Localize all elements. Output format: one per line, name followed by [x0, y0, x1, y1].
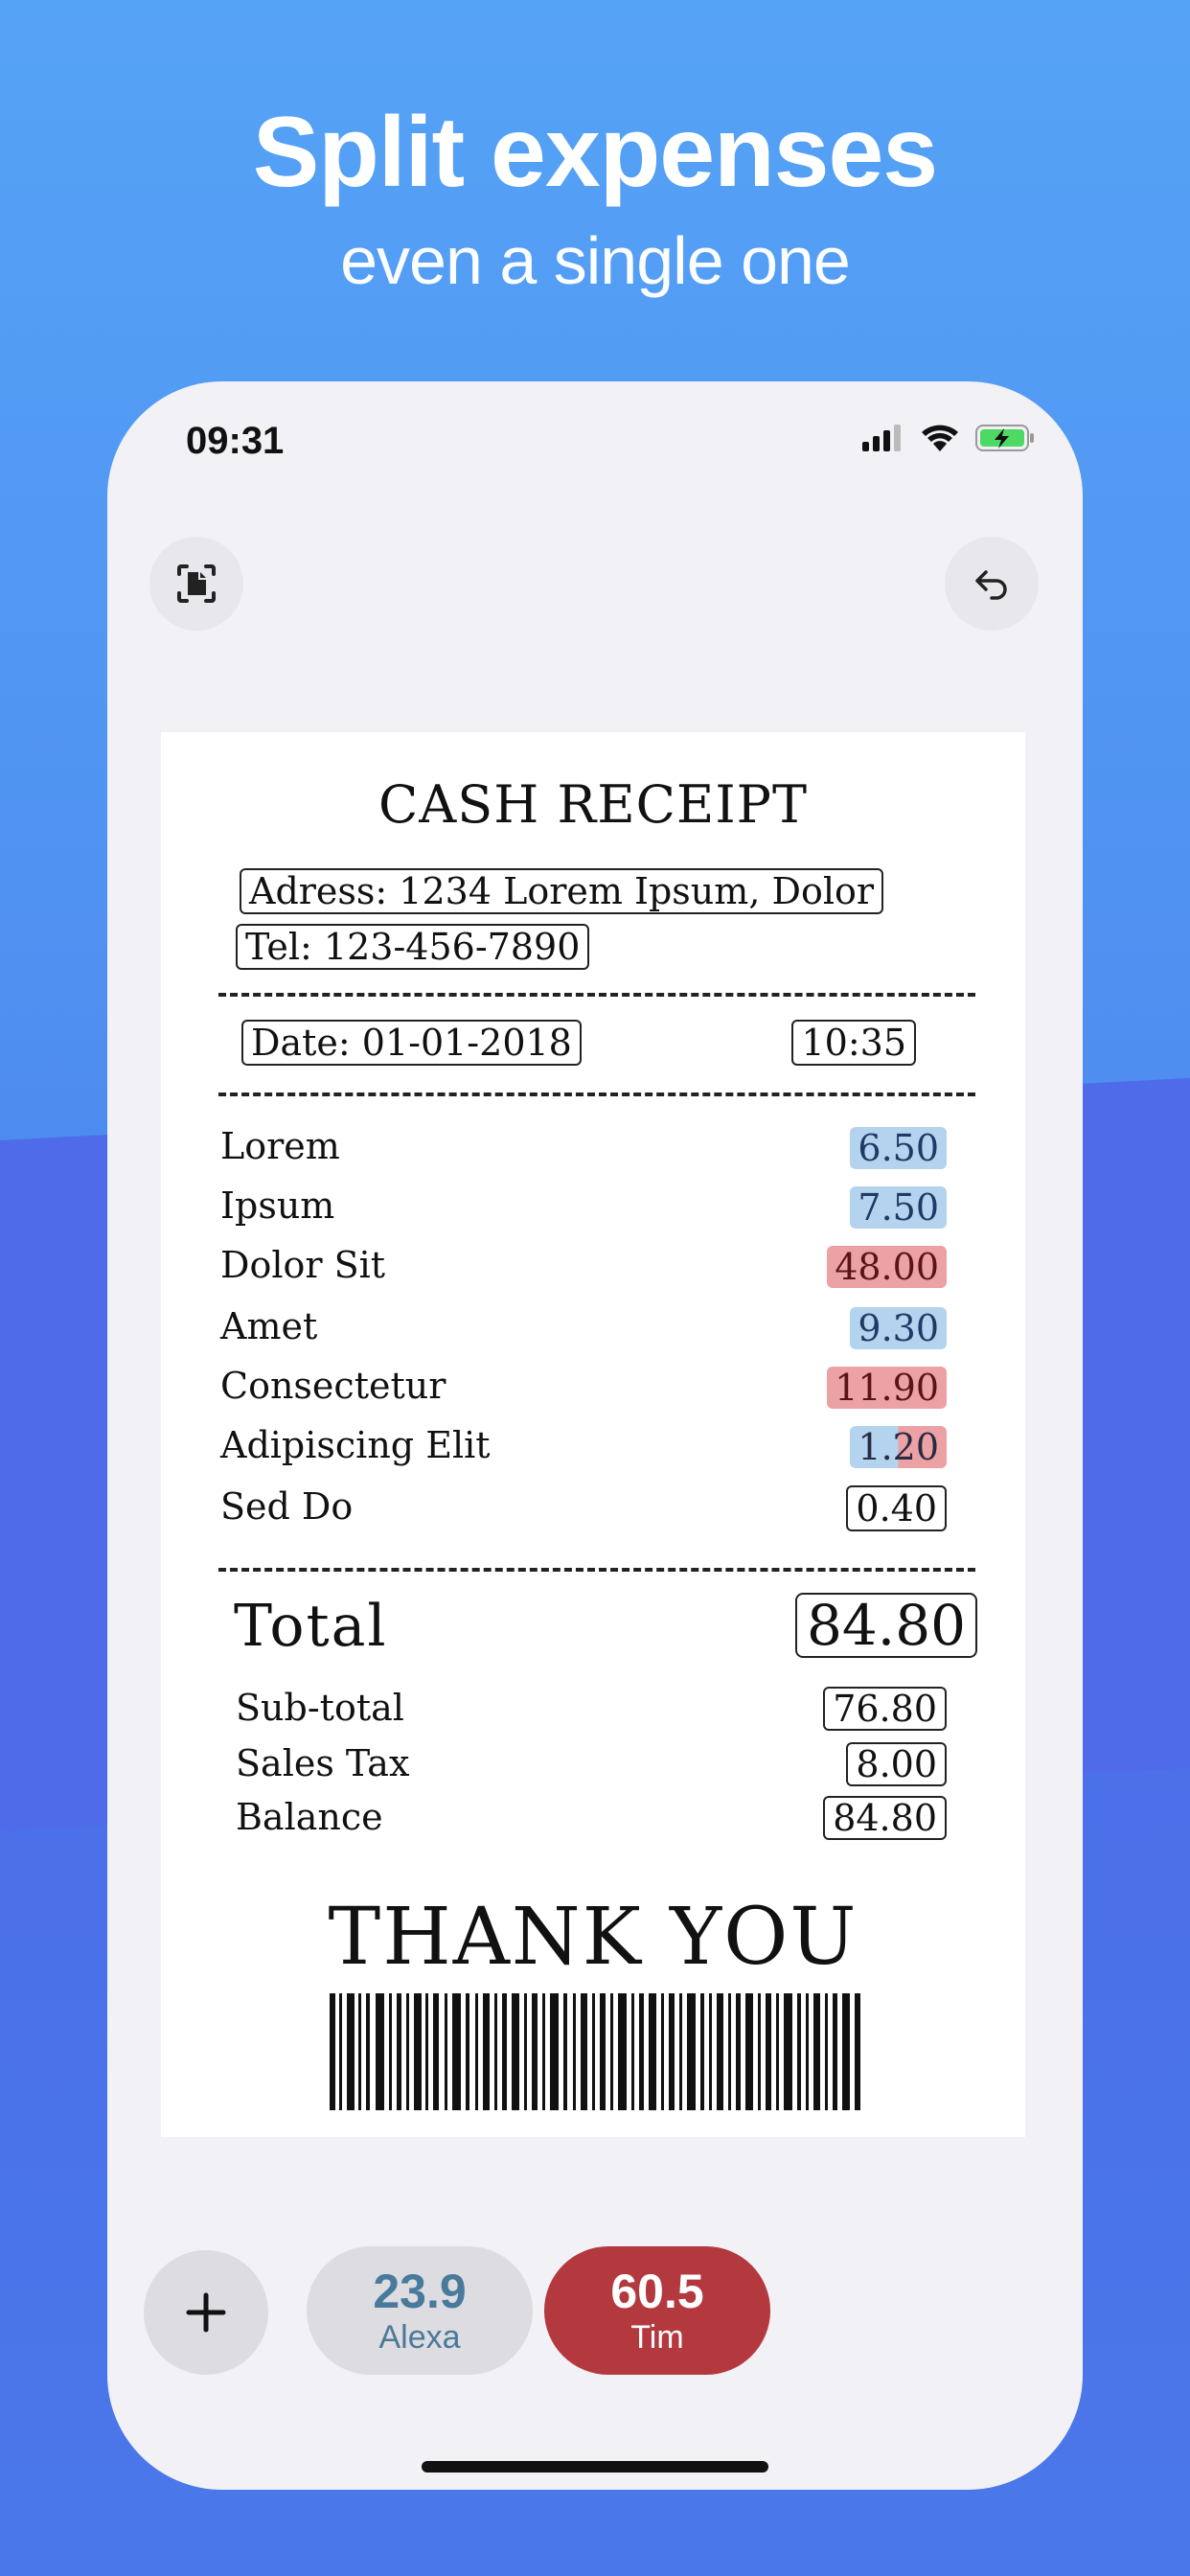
- item-name: Adipiscing Elit: [220, 1424, 491, 1466]
- status-time: 09:31: [186, 420, 285, 462]
- receipt-divider: [218, 993, 975, 997]
- balance-label: Balance: [236, 1796, 383, 1838]
- item-price[interactable]: 11.90: [827, 1367, 947, 1409]
- person-name: Alexa: [378, 2319, 461, 2356]
- item-price-split[interactable]: 1.20: [850, 1426, 947, 1468]
- receipt-address: Adress: 1234 Lorem Ipsum, Dolor: [240, 868, 884, 914]
- undo-icon: [975, 570, 1007, 600]
- receipt-divider: [218, 1568, 975, 1572]
- person-amount: 23.9: [373, 2265, 467, 2318]
- person-pill-tim[interactable]: 60.5 Tim: [544, 2246, 770, 2375]
- person-pill-alexa[interactable]: 23.9 Alexa: [307, 2246, 533, 2375]
- person-amount: 60.5: [610, 2265, 704, 2318]
- subtotal-value: 76.80: [823, 1687, 947, 1731]
- item-price[interactable]: 6.50: [850, 1127, 947, 1169]
- plus-icon: [186, 2292, 226, 2333]
- thank-you-text: THANK YOU: [328, 1892, 858, 1983]
- scan-document-icon: [177, 564, 216, 603]
- wifi-icon: [922, 425, 958, 451]
- item-name: Dolor Sit: [220, 1244, 386, 1286]
- receipt-divider: [218, 1092, 975, 1096]
- battery-charging-icon: [975, 425, 1034, 451]
- home-indicator[interactable]: [422, 2461, 768, 2472]
- balance-value: 84.80: [823, 1796, 947, 1840]
- item-price[interactable]: 7.50: [850, 1186, 947, 1229]
- item-name: Amet: [220, 1305, 318, 1347]
- subtotal-label: Sub-total: [236, 1687, 404, 1729]
- receipt-time: 10:35: [791, 1020, 916, 1066]
- add-person-button[interactable]: [144, 2250, 268, 2375]
- item-price[interactable]: 0.40: [846, 1485, 947, 1531]
- item-name: Consectetur: [220, 1365, 446, 1407]
- tax-value: 8.00: [846, 1742, 947, 1786]
- scan-document-button[interactable]: [149, 537, 243, 631]
- receipt-title: CASH RECEIPT: [378, 774, 809, 835]
- status-icons: [862, 424, 1037, 452]
- tax-label: Sales Tax: [236, 1742, 410, 1784]
- item-name: Sed Do: [220, 1485, 354, 1528]
- undo-button[interactable]: [945, 537, 1039, 631]
- phone-screen: 09:31 CASH RECEIPT Adress: 1234 Lorem Ip…: [107, 381, 1083, 2490]
- receipt-image: CASH RECEIPT Adress: 1234 Lorem Ipsum, D…: [161, 732, 1025, 2137]
- item-name: Lorem: [220, 1125, 340, 1167]
- barcode-image: [330, 1993, 860, 2110]
- receipt-tel: Tel: 123-456-7890: [236, 924, 590, 970]
- item-price[interactable]: 9.30: [850, 1307, 947, 1349]
- promo-subheadline: even a single one: [340, 223, 851, 298]
- total-label: Total: [234, 1593, 388, 1660]
- item-price[interactable]: 48.00: [827, 1246, 947, 1288]
- item-name: Ipsum: [220, 1184, 335, 1227]
- signal-icon: [862, 425, 901, 451]
- total-value: 84.80: [794, 1593, 977, 1658]
- promo-headline: Split expenses: [252, 97, 938, 208]
- person-name: Tim: [630, 2319, 684, 2356]
- receipt-date: Date: 01-01-2018: [241, 1020, 582, 1066]
